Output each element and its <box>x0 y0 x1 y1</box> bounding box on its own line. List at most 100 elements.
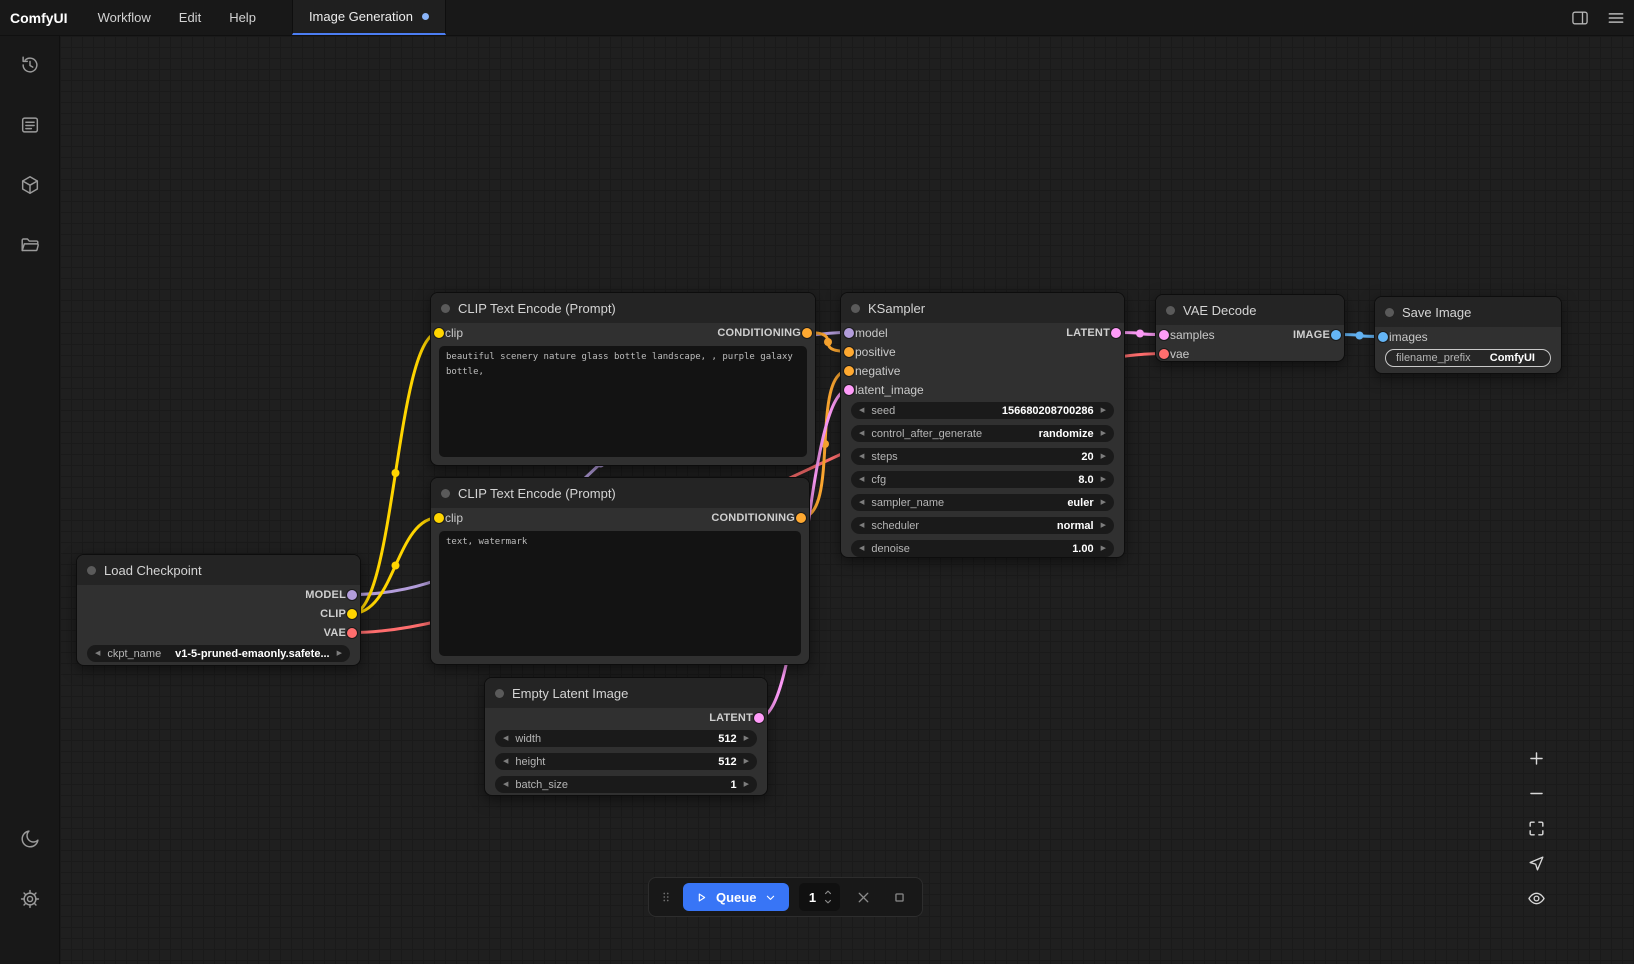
decrement-arrow-icon[interactable]: ◀ <box>857 522 866 529</box>
node-title-bar[interactable]: Empty Latent Image <box>485 678 767 708</box>
increment-arrow-icon[interactable]: ▶ <box>1099 453 1108 460</box>
output-port-CONDITIONING[interactable] <box>802 328 812 338</box>
decrement-arrow-icon[interactable]: ◀ <box>857 430 866 437</box>
input-port-model[interactable] <box>844 328 854 338</box>
node-title-bar[interactable]: VAE Decode <box>1156 295 1344 325</box>
link-midpoint-dot[interactable] <box>821 440 829 448</box>
menu-edit[interactable]: Edit <box>165 0 215 35</box>
input-port-vae[interactable] <box>1159 349 1169 359</box>
prompt-textarea[interactable]: beautiful scenery nature glass bottle la… <box>439 346 807 457</box>
input-port-images[interactable] <box>1378 332 1388 342</box>
input-port-clip[interactable] <box>434 513 444 523</box>
widget-width[interactable]: ◀width512▶ <box>495 730 757 747</box>
output-port-IMAGE[interactable] <box>1331 330 1341 340</box>
input-port-latent_image[interactable] <box>844 385 854 395</box>
step-up-icon[interactable] <box>823 889 833 896</box>
step-down-icon[interactable] <box>823 898 833 905</box>
node-clip-encode-positive[interactable]: CLIP Text Encode (Prompt)clipCONDITIONIN… <box>430 292 816 466</box>
settings-gear-icon[interactable] <box>12 882 48 916</box>
history-icon[interactable] <box>12 48 48 82</box>
model-library-icon[interactable] <box>12 168 48 202</box>
node-clip-encode-negative[interactable]: CLIP Text Encode (Prompt)clipCONDITIONIN… <box>430 477 810 665</box>
node-title-bar[interactable]: CLIP Text Encode (Prompt) <box>431 478 809 508</box>
output-port-VAE[interactable] <box>347 628 357 638</box>
node-empty-latent-image[interactable]: Empty Latent ImageLATENT◀width512▶◀heigh… <box>484 677 768 796</box>
widget-seed[interactable]: ◀seed156680208700286▶ <box>851 402 1114 419</box>
theme-moon-icon[interactable] <box>12 822 48 856</box>
queue-button[interactable]: Queue <box>683 883 789 911</box>
input-port-positive[interactable] <box>844 347 854 357</box>
node-title-bar[interactable]: CLIP Text Encode (Prompt) <box>431 293 815 323</box>
input-port-negative[interactable] <box>844 366 854 376</box>
interrupt-x-icon[interactable] <box>850 884 876 910</box>
drag-handle-icon[interactable] <box>659 888 673 906</box>
node-load-checkpoint[interactable]: Load CheckpointMODELCLIPVAE◀ckpt_namev1-… <box>76 554 361 666</box>
batch-count-input[interactable]: 1 <box>799 883 840 911</box>
widget-cfg[interactable]: ◀cfg8.0▶ <box>851 471 1114 488</box>
decrement-arrow-icon[interactable]: ◀ <box>857 476 866 483</box>
node-title-bar[interactable]: Load Checkpoint <box>77 555 360 585</box>
link-midpoint-dot[interactable] <box>824 338 832 346</box>
decrement-arrow-icon[interactable]: ◀ <box>501 758 510 765</box>
hamburger-menu-icon[interactable] <box>1598 0 1634 36</box>
panel-toggle-icon[interactable] <box>1562 0 1598 36</box>
increment-arrow-icon[interactable]: ▶ <box>1099 476 1108 483</box>
queue-icon[interactable] <box>12 108 48 142</box>
input-port-samples[interactable] <box>1159 330 1169 340</box>
workflows-folder-icon[interactable] <box>12 228 48 262</box>
output-port-LATENT[interactable] <box>754 713 764 723</box>
decrement-arrow-icon[interactable]: ◀ <box>501 735 510 742</box>
node-save-image[interactable]: Save Imageimagesfilename_prefixComfyUI <box>1374 296 1562 374</box>
widget-denoise[interactable]: ◀denoise1.00▶ <box>851 540 1114 557</box>
node-title-bar[interactable]: Save Image <box>1375 297 1561 327</box>
decrement-arrow-icon[interactable]: ◀ <box>857 545 866 552</box>
increment-arrow-icon[interactable]: ▶ <box>1099 499 1108 506</box>
widget-sampler_name[interactable]: ◀sampler_nameeuler▶ <box>851 494 1114 511</box>
increment-arrow-icon[interactable]: ▶ <box>335 650 344 657</box>
zoom-out-icon[interactable] <box>1522 779 1550 807</box>
increment-arrow-icon[interactable]: ▶ <box>742 758 751 765</box>
widget-filename_prefix[interactable]: filename_prefixComfyUI <box>1385 349 1551 367</box>
link-midpoint-dot[interactable] <box>1356 332 1364 340</box>
widget-ckpt_name[interactable]: ◀ckpt_namev1-5-pruned-emaonly.safete...▶ <box>87 645 350 662</box>
link-midpoint-dot[interactable] <box>1136 330 1144 338</box>
node-vae-decode[interactable]: VAE DecodesamplesIMAGEvae <box>1155 294 1345 362</box>
widget-scheduler[interactable]: ◀schedulernormal▶ <box>851 517 1114 534</box>
eye-icon[interactable] <box>1522 884 1550 912</box>
link-midpoint-dot[interactable] <box>392 562 400 570</box>
prompt-textarea[interactable]: text, watermark <box>439 531 801 656</box>
menu-help[interactable]: Help <box>215 0 270 35</box>
fit-view-icon[interactable] <box>1522 814 1550 842</box>
input-port-clip[interactable] <box>434 328 444 338</box>
link-midpoint-dot[interactable] <box>392 469 400 477</box>
widget-batch_size[interactable]: ◀batch_size1▶ <box>495 776 757 793</box>
menu-workflow[interactable]: Workflow <box>84 0 165 35</box>
zoom-in-icon[interactable] <box>1522 744 1550 772</box>
widget-height[interactable]: ◀height512▶ <box>495 753 757 770</box>
decrement-arrow-icon[interactable]: ◀ <box>501 781 510 788</box>
node-title-bar[interactable]: KSampler <box>841 293 1124 323</box>
increment-arrow-icon[interactable]: ▶ <box>1099 522 1108 529</box>
pointer-navigate-icon[interactable] <box>1522 849 1550 877</box>
chevron-down-icon[interactable] <box>763 890 778 905</box>
decrement-arrow-icon[interactable]: ◀ <box>857 407 866 414</box>
output-port-CLIP[interactable] <box>347 609 357 619</box>
increment-arrow-icon[interactable]: ▶ <box>742 735 751 742</box>
increment-arrow-icon[interactable]: ▶ <box>742 781 751 788</box>
tab-image-generation[interactable]: Image Generation <box>292 0 446 35</box>
node-ksampler[interactable]: KSamplermodelLATENTpositivenegativelaten… <box>840 292 1125 558</box>
decrement-arrow-icon[interactable]: ◀ <box>93 650 102 657</box>
output-port-LATENT[interactable] <box>1111 328 1121 338</box>
increment-arrow-icon[interactable]: ▶ <box>1099 407 1108 414</box>
decrement-arrow-icon[interactable]: ◀ <box>857 453 866 460</box>
increment-arrow-icon[interactable]: ▶ <box>1099 545 1108 552</box>
decrement-arrow-icon[interactable]: ◀ <box>857 499 866 506</box>
stop-square-icon[interactable] <box>886 884 912 910</box>
graph-canvas[interactable]: Queue 1 <box>60 36 1634 964</box>
increment-arrow-icon[interactable]: ▶ <box>1099 430 1108 437</box>
output-port-CONDITIONING[interactable] <box>796 513 806 523</box>
widget-control_after_generate[interactable]: ◀control_after_generaterandomize▶ <box>851 425 1114 442</box>
node-link[interactable] <box>352 518 439 614</box>
node-link[interactable] <box>352 333 439 614</box>
output-port-MODEL[interactable] <box>347 590 357 600</box>
